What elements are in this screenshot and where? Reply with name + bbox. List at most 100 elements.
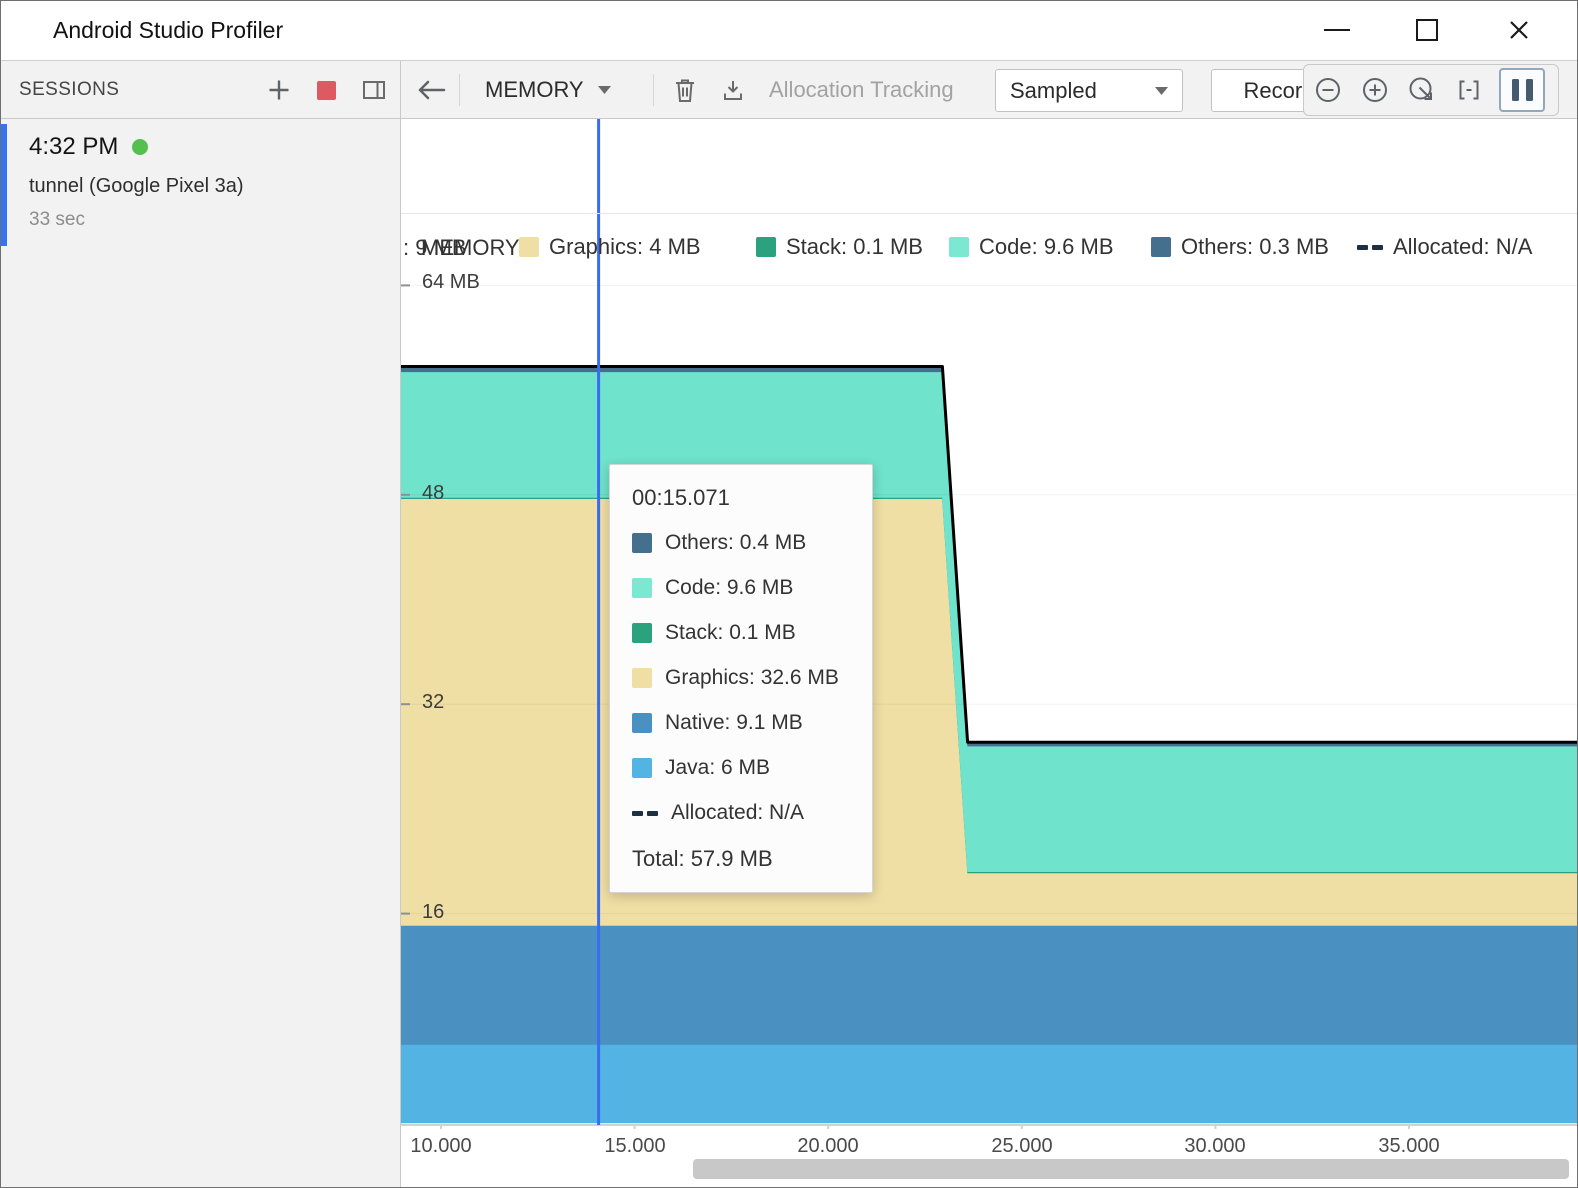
live-indicator-dot <box>132 139 148 155</box>
chevron-down-icon <box>1155 87 1168 95</box>
delete-session-button[interactable] <box>663 68 707 112</box>
y-axis-label-16: 16 <box>422 901 444 924</box>
memory-stacked-area-chart[interactable] <box>401 119 1577 1129</box>
heap-dump-button[interactable] <box>711 68 755 112</box>
pause-icon <box>1512 79 1519 101</box>
zoom-in-icon <box>1361 76 1389 104</box>
allocation-tracking-label: Allocation Tracking <box>769 61 954 118</box>
x-axis-label: 20.000 <box>797 1135 858 1158</box>
stack-swatch-icon <box>632 623 652 643</box>
session-time-label: 4:32 PM <box>29 133 118 161</box>
y-axis-label-48: 48 <box>422 482 444 505</box>
minimize-button[interactable] <box>1309 3 1365 57</box>
native-swatch-icon <box>632 713 652 733</box>
tooltip-row-graphics: Graphics: 32.6 MB <box>632 666 850 690</box>
pause-live-button[interactable] <box>1499 68 1545 112</box>
y-axis-label-32: 32 <box>422 691 444 714</box>
tooltip-row-label: Code: 9.6 MB <box>665 576 793 600</box>
tooltip-row-stack: Stack: 0.1 MB <box>632 621 850 645</box>
tooltip-total: Total: 57.9 MB <box>632 846 850 872</box>
code-swatch-icon <box>632 578 652 598</box>
toolbar-divider <box>653 74 654 106</box>
toolbar-divider <box>459 74 460 106</box>
sessions-header: SESSIONS <box>1 61 400 119</box>
profiler-type-dropdown[interactable]: MEMORY <box>471 68 625 112</box>
profiler-type-label: MEMORY <box>485 77 584 103</box>
tooltip-row-others: Others: 0.4 MB <box>632 531 850 555</box>
x-axis-label: 35.000 <box>1378 1135 1439 1158</box>
stop-session-button[interactable] <box>304 68 348 112</box>
others-swatch-icon <box>632 533 652 553</box>
session-name: tunnel (Google Pixel 3a) <box>29 175 244 198</box>
x-axis-label: 10.000 <box>410 1135 471 1158</box>
legend-label: Stack: 0.1 MB <box>786 234 923 260</box>
zoom-out-button[interactable] <box>1304 67 1351 113</box>
allocated-dash-icon <box>1357 245 1383 250</box>
zoom-out-icon <box>1314 76 1342 104</box>
graphics-swatch-icon <box>632 668 652 688</box>
x-axis-label: 15.000 <box>604 1135 665 1158</box>
y-axis-label-64: 64 MB <box>422 271 480 294</box>
legend-item-stack: Stack: 0.1 MB <box>756 234 923 260</box>
tooltip-timestamp: 00:15.071 <box>632 485 850 511</box>
allocated-dash-icon <box>632 811 658 816</box>
chart-tooltip: 00:15.071 Others: 0.4 MB Code: 9.6 MB St… <box>609 464 873 893</box>
memory-timeline-area: : 9 MB MEMORY Graphics: 4 MB Stack: 0.1 … <box>401 119 1577 1187</box>
legend-item-code: Code: 9.6 MB <box>949 234 1114 260</box>
stop-icon <box>317 81 336 100</box>
zoom-to-selection-icon <box>1455 76 1483 104</box>
profiler-toolbar: MEMORY Allocation Tracking Sampled Recor… <box>401 61 1577 119</box>
pause-icon <box>1526 79 1533 101</box>
tooltip-row-native: Native: 9.1 MB <box>632 711 850 735</box>
x-axis-label: 25.000 <box>991 1135 1052 1158</box>
add-session-button[interactable] <box>257 68 301 112</box>
session-item[interactable]: 4:32 PM tunnel (Google Pixel 3a) 33 sec <box>1 119 400 251</box>
trash-icon <box>673 77 697 103</box>
sampling-mode-select[interactable]: Sampled <box>995 69 1183 112</box>
tooltip-row-allocated: Allocated: N/A <box>632 801 850 825</box>
close-button[interactable] <box>1491 3 1547 57</box>
timeline-strip-divider <box>401 213 1577 214</box>
plus-icon <box>268 79 290 101</box>
zoom-controls-panel <box>1303 64 1559 116</box>
tooltip-row-label: Stack: 0.1 MB <box>665 621 796 645</box>
back-button[interactable] <box>409 68 453 112</box>
legend-label: Allocated: N/A <box>1393 234 1532 260</box>
x-axis-label: 30.000 <box>1184 1135 1245 1158</box>
graphics-swatch-icon <box>519 237 539 257</box>
legend-label: Code: 9.6 MB <box>979 234 1114 260</box>
sampling-mode-value: Sampled <box>1010 78 1097 104</box>
tooltip-row-label: Others: 0.4 MB <box>665 531 806 555</box>
others-swatch-icon <box>1151 237 1171 257</box>
legend-label: Others: 0.3 MB <box>1181 234 1329 260</box>
reset-zoom-button[interactable] <box>1398 67 1445 113</box>
tooltip-row-label: Allocated: N/A <box>671 801 804 825</box>
session-selected-accent <box>1 124 7 246</box>
legend-label: Graphics: 4 MB <box>549 234 701 260</box>
tooltip-row-label: Graphics: 32.6 MB <box>665 666 839 690</box>
horizontal-scrollbar-thumb[interactable] <box>693 1159 1569 1179</box>
panel-icon <box>362 80 386 100</box>
session-time: 4:32 PM <box>29 133 148 161</box>
code-swatch-icon <box>949 237 969 257</box>
chevron-down-icon <box>598 86 611 94</box>
profiler-window: Android Studio Profiler SESSIONS <box>0 0 1578 1188</box>
chart-title: MEMORY <box>421 235 520 261</box>
java-swatch-icon <box>632 758 652 778</box>
titlebar: Android Studio Profiler <box>1 1 1577 61</box>
legend-item-others: Others: 0.3 MB <box>1151 234 1329 260</box>
tooltip-row-java: Java: 6 MB <box>632 756 850 780</box>
zoom-to-selection-button[interactable] <box>1445 67 1492 113</box>
tooltip-row-label: Native: 9.1 MB <box>665 711 803 735</box>
stack-swatch-icon <box>756 237 776 257</box>
window-title: Android Studio Profiler <box>53 1 283 60</box>
heap-dump-icon <box>721 78 745 102</box>
legend-item-allocated: Allocated: N/A <box>1357 234 1532 260</box>
minimize-icon <box>1324 29 1350 31</box>
collapse-panel-button[interactable] <box>352 68 396 112</box>
zoom-in-button[interactable] <box>1351 67 1398 113</box>
sessions-panel: SESSIONS 4:32 PM tunnel (Google Pixel 3a… <box>1 61 401 1187</box>
tooltip-row-label: Java: 6 MB <box>665 756 770 780</box>
session-duration: 33 sec <box>29 209 85 231</box>
maximize-button[interactable] <box>1399 3 1455 57</box>
